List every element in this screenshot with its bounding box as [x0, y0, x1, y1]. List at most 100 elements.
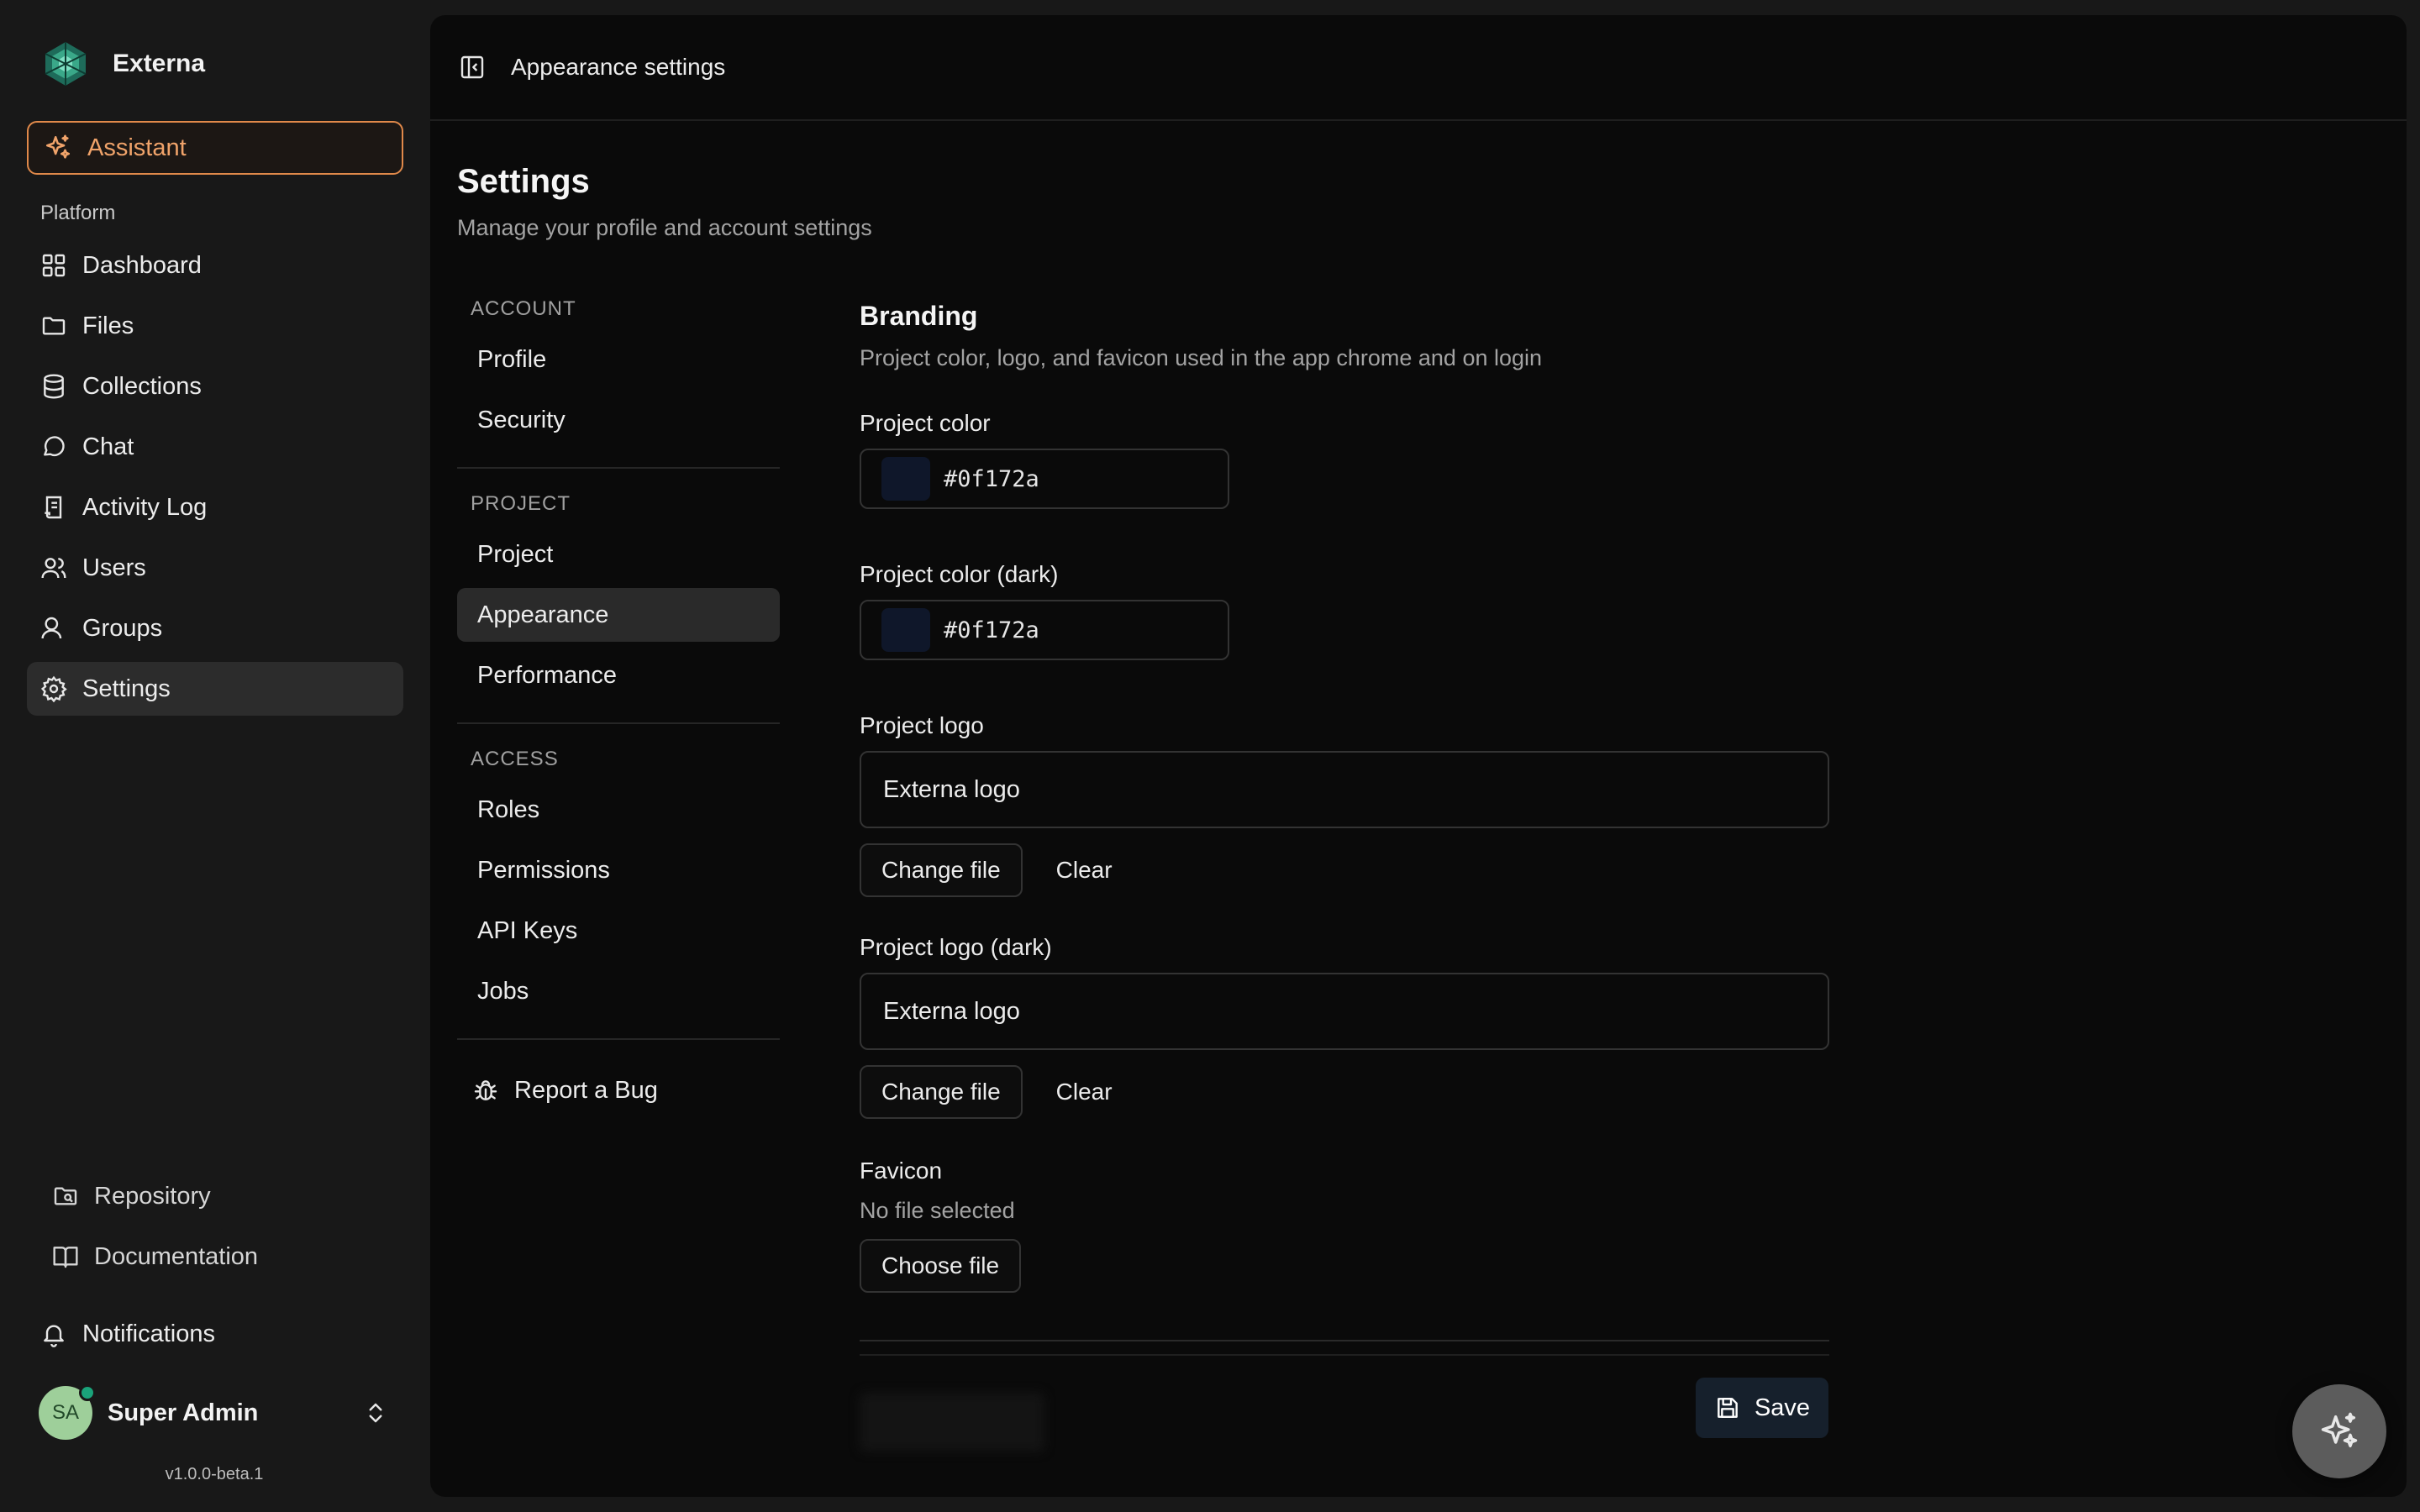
project-color-dark-input[interactable]: #0f172a — [860, 600, 1229, 660]
users-icon — [41, 558, 66, 579]
chevron-up-down-icon — [369, 1403, 382, 1423]
section-description: Project color, logo, and favicon used in… — [860, 345, 1543, 370]
externa-logo-icon — [45, 42, 87, 86]
sidebar-item-groups[interactable]: Groups — [27, 601, 403, 655]
change-file-button[interactable]: Change file — [860, 1065, 1023, 1119]
field-label: Project color — [860, 410, 991, 436]
online-status-dot — [79, 1384, 96, 1401]
clear-button[interactable]: Clear — [1036, 1065, 1133, 1119]
user-name: Super Admin — [108, 1399, 259, 1426]
section-label-account: ACCOUNT — [471, 297, 576, 320]
bug-icon — [474, 1080, 497, 1100]
branding-form: Branding Project color, logo, and favico… — [860, 301, 1829, 1293]
sidebar-item-label: Settings — [82, 675, 171, 702]
settings-nav-project[interactable]: Project — [457, 528, 780, 581]
project-color-input[interactable]: #0f172a — [860, 449, 1229, 509]
group-icon — [41, 617, 62, 639]
report-bug-link[interactable]: Report a Bug — [457, 1063, 780, 1117]
repository-link[interactable]: Repository — [40, 1166, 402, 1226]
assistant-label: Assistant — [87, 134, 187, 161]
gear-icon — [40, 675, 67, 702]
blurred-placeholder — [860, 1393, 1044, 1452]
sidebar-item-dashboard[interactable]: Dashboard — [27, 239, 403, 292]
section-title: Branding — [860, 301, 978, 331]
settings-nav: ACCOUNT Profile Security PROJECT Project… — [457, 297, 780, 1117]
topbar-title: Appearance settings — [511, 54, 726, 80]
assistant-fab-button[interactable] — [2292, 1384, 2386, 1478]
avatar: SA — [39, 1384, 96, 1440]
sidebar-bottom-links: Repository Documentation — [40, 1166, 402, 1287]
favicon-field: Favicon No file selected Choose file — [860, 1158, 1829, 1293]
bell-icon — [44, 1325, 64, 1347]
notifications-button[interactable]: Notifications — [27, 1307, 403, 1361]
change-file-button[interactable]: Change file — [860, 843, 1023, 897]
report-bug-label: Report a Bug — [514, 1076, 658, 1104]
sidebar-item-chat[interactable]: Chat — [27, 420, 403, 474]
main-panel: Appearance settings Settings Manage your… — [430, 15, 2407, 1497]
brand[interactable]: Externa — [40, 39, 205, 89]
topbar: Appearance settings — [430, 15, 2407, 121]
project-logo-dark-preview: Externa logo — [860, 973, 1829, 1050]
sidebar-toggle-icon[interactable] — [459, 54, 486, 81]
favicon-status: No file selected — [860, 1198, 1015, 1223]
sidebar-item-label: Files — [82, 312, 134, 339]
choose-file-button[interactable]: Choose file — [860, 1239, 1022, 1293]
chat-bubble-icon — [44, 436, 65, 457]
page-title: Settings — [457, 163, 590, 200]
repo-icon — [54, 1187, 77, 1205]
sidebar-item-settings[interactable]: Settings — [27, 662, 403, 716]
sparkles-icon — [2321, 1412, 2358, 1448]
avatar-initials: SA — [51, 1401, 79, 1424]
button-row: Change file Clear — [860, 1065, 1829, 1119]
documentation-label: Documentation — [94, 1242, 259, 1270]
grid-icon — [42, 254, 66, 277]
sidebar-item-label: Dashboard — [82, 251, 202, 279]
sidebar-item-label: Activity Log — [82, 493, 208, 521]
sidebar-item-activity-log[interactable]: Activity Log — [27, 480, 403, 534]
settings-nav-api-keys[interactable]: API Keys — [457, 904, 780, 958]
field-label: Project logo (dark) — [860, 934, 1052, 960]
sidebar-item-users[interactable]: Users — [27, 541, 403, 595]
project-logo-dark-field: Project logo (dark) Externa logo Change … — [860, 934, 1829, 1119]
sidebar-item-files[interactable]: Files — [27, 299, 403, 353]
project-color-dark-field: Project color (dark) #0f172a — [860, 561, 1829, 660]
platform-group-label: Platform — [40, 202, 116, 224]
sparkles-icon — [45, 134, 71, 159]
repository-label: Repository — [94, 1182, 211, 1210]
settings-nav-permissions[interactable]: Permissions — [457, 843, 780, 897]
save-button[interactable]: Save — [1696, 1378, 1828, 1438]
sidebar-item-label: Groups — [82, 614, 163, 642]
page-subtitle: Manage your profile and account settings — [457, 215, 872, 240]
button-row: Choose file — [860, 1239, 1829, 1293]
color-swatch[interactable] — [881, 457, 930, 501]
save-icon — [1718, 1398, 1738, 1418]
save-label: Save — [1754, 1394, 1811, 1421]
settings-nav-roles[interactable]: Roles — [457, 783, 780, 837]
clear-button[interactable]: Clear — [1036, 843, 1133, 897]
color-hex-value: #0f172a — [944, 617, 1039, 643]
settings-nav-performance[interactable]: Performance — [457, 648, 780, 702]
app-version: v1.0.0-beta.1 — [165, 1465, 264, 1483]
assistant-button[interactable]: Assistant — [27, 121, 403, 175]
database-icon — [44, 374, 64, 399]
book-icon — [53, 1247, 78, 1268]
field-label: Project color (dark) — [860, 561, 1059, 587]
brand-name: Externa — [113, 50, 206, 77]
color-swatch[interactable] — [881, 608, 930, 652]
documentation-link[interactable]: Documentation — [40, 1226, 402, 1287]
settings-nav-appearance[interactable]: Appearance — [457, 588, 780, 642]
app-sidebar: Externa Assistant Platform Dashboard Fil… — [0, 0, 429, 1512]
sidebar-item-label: Chat — [82, 433, 134, 460]
section-label-project: PROJECT — [471, 492, 571, 515]
user-menu[interactable]: SA Super Admin — [27, 1383, 403, 1443]
settings-nav-jobs[interactable]: Jobs — [457, 964, 780, 1018]
divider — [860, 1354, 1829, 1356]
settings-nav-security[interactable]: Security — [457, 393, 780, 447]
sidebar-item-collections[interactable]: Collections — [27, 360, 403, 413]
settings-nav-profile[interactable]: Profile — [457, 333, 780, 386]
divider — [457, 467, 780, 469]
divider — [860, 1340, 1829, 1341]
button-row: Change file Clear — [860, 843, 1829, 897]
notifications-label: Notifications — [82, 1320, 215, 1347]
project-logo-preview: Externa logo — [860, 751, 1829, 828]
